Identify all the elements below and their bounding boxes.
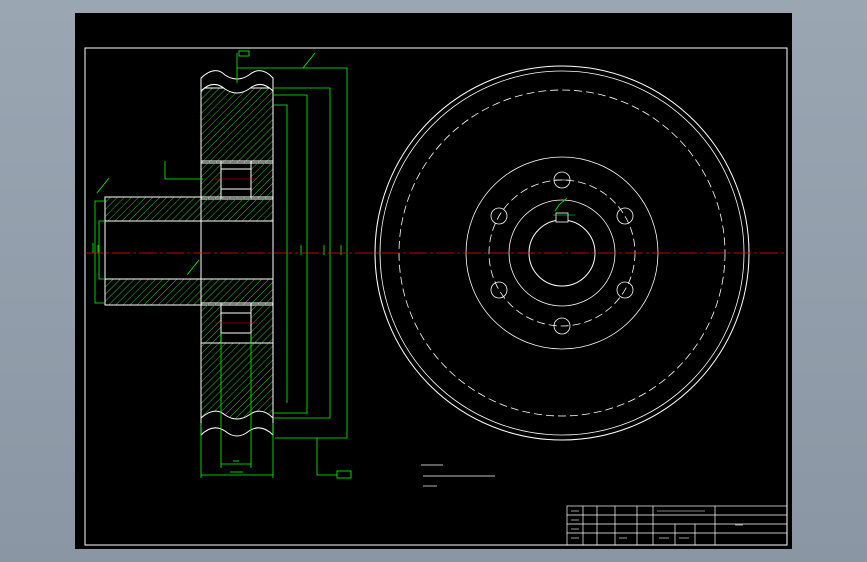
upper-web-hatch-l: [200, 160, 222, 200]
upper-rim-hatch: [200, 87, 274, 164]
hub-upper-hatch: [104, 196, 274, 222]
technical-notes: [421, 464, 495, 487]
title-block: [566, 505, 788, 546]
cad-drawing: [84, 47, 788, 546]
hub-lower-hatch: [104, 278, 274, 306]
bore: [104, 220, 274, 280]
cad-viewport[interactable]: [75, 13, 792, 549]
upper-web-hatch-r: [250, 160, 274, 200]
